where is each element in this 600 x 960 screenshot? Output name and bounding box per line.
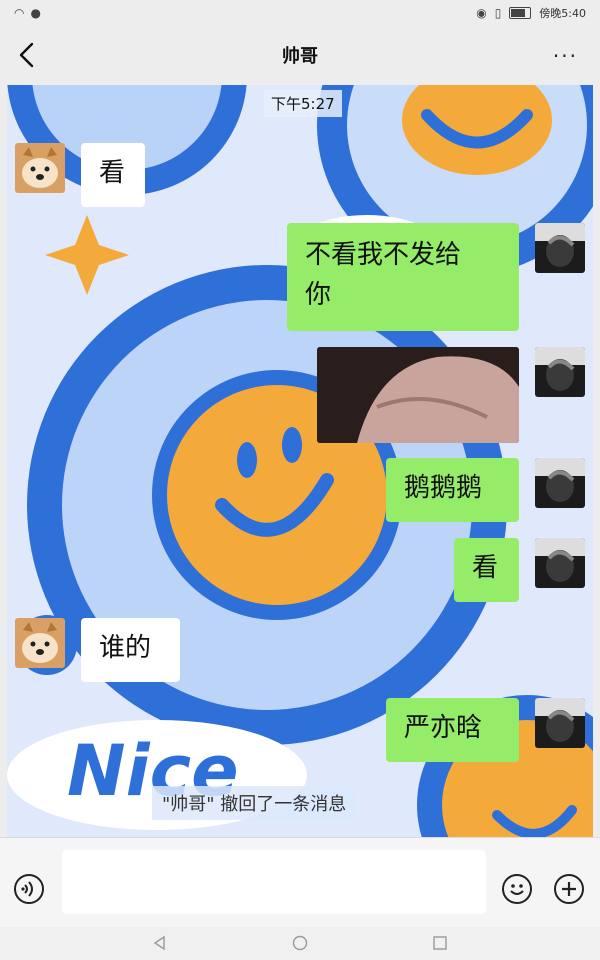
voice-wave-glyph bbox=[21, 881, 33, 897]
message-text-line: 不看我不发给 bbox=[305, 240, 462, 270]
system-nav-bar bbox=[0, 927, 600, 960]
status-bar: ◠ ● ◉ ▯ 傍晚5:40 bbox=[0, 0, 600, 26]
photo-thumbnail bbox=[317, 347, 519, 443]
status-left: ◠ ● bbox=[14, 6, 41, 20]
user-avatar-icon bbox=[535, 347, 585, 397]
plus-icon[interactable] bbox=[554, 874, 584, 904]
smiley-glyph bbox=[510, 884, 524, 895]
message-bubble-out[interactable]: 鹅鹅鹅 bbox=[386, 458, 519, 522]
vibrate-icon: ▯ bbox=[494, 6, 502, 20]
shiba-dog-icon bbox=[15, 618, 65, 668]
emoji-icon[interactable] bbox=[502, 874, 532, 904]
message-image[interactable] bbox=[317, 347, 519, 443]
wifi-icon: ◠ bbox=[14, 6, 25, 20]
battery-icon bbox=[509, 7, 532, 19]
chat-title: 帅哥 bbox=[282, 46, 318, 67]
chat-area[interactable]: Nice 下午5:27 看 不看我不发给 你 鹅鹅鹅 看 谁的 严亦晗 "帅哥"… bbox=[7, 85, 593, 837]
message-bubble-out[interactable]: 看 bbox=[454, 538, 519, 602]
nav-recents-icon[interactable] bbox=[432, 935, 448, 951]
plus-glyph bbox=[562, 882, 576, 896]
user-avatar-icon bbox=[535, 698, 585, 748]
my-avatar[interactable] bbox=[535, 698, 585, 748]
message-text: 谁的 bbox=[99, 633, 152, 663]
my-avatar[interactable] bbox=[535, 223, 585, 273]
eye-icon: ◉ bbox=[476, 6, 487, 20]
message-text-line: 你 bbox=[305, 280, 332, 310]
message-bubble-in[interactable]: 谁的 bbox=[81, 618, 180, 682]
message-text: 看 bbox=[472, 553, 499, 583]
message-text: 鹅鹅鹅 bbox=[404, 473, 483, 503]
message-text: 严亦晗 bbox=[404, 713, 483, 743]
nav-back-icon[interactable] bbox=[152, 935, 168, 951]
contact-avatar[interactable] bbox=[15, 143, 65, 193]
shiba-dog-icon bbox=[15, 143, 65, 193]
input-bar bbox=[0, 837, 600, 928]
user-avatar-icon bbox=[535, 223, 585, 273]
message-input[interactable] bbox=[62, 850, 486, 914]
chat-header: 帅哥 ··· bbox=[0, 26, 600, 84]
nav-home-icon[interactable] bbox=[292, 935, 308, 951]
my-avatar[interactable] bbox=[535, 458, 585, 508]
message-bubble-out[interactable]: 不看我不发给 你 bbox=[287, 223, 519, 331]
chat-timestamp: 下午5:27 bbox=[264, 90, 342, 117]
my-avatar[interactable] bbox=[535, 538, 585, 588]
user-avatar-icon bbox=[535, 458, 585, 508]
contact-avatar[interactable] bbox=[15, 618, 65, 668]
more-icon[interactable]: ··· bbox=[553, 44, 578, 68]
user-avatar-icon bbox=[535, 538, 585, 588]
status-clock: 傍晚5:40 bbox=[539, 7, 586, 20]
message-bubble-out[interactable]: 严亦晗 bbox=[386, 698, 519, 762]
my-avatar[interactable] bbox=[535, 347, 585, 397]
recall-notice: "帅哥" 撤回了一条消息 bbox=[152, 786, 357, 820]
wechat-icon: ● bbox=[30, 6, 41, 20]
message-bubble-in[interactable]: 看 bbox=[81, 143, 145, 207]
message-text: 看 bbox=[99, 158, 126, 188]
voice-icon[interactable] bbox=[14, 874, 44, 904]
status-right: ◉ ▯ 傍晚5:40 bbox=[476, 5, 586, 21]
